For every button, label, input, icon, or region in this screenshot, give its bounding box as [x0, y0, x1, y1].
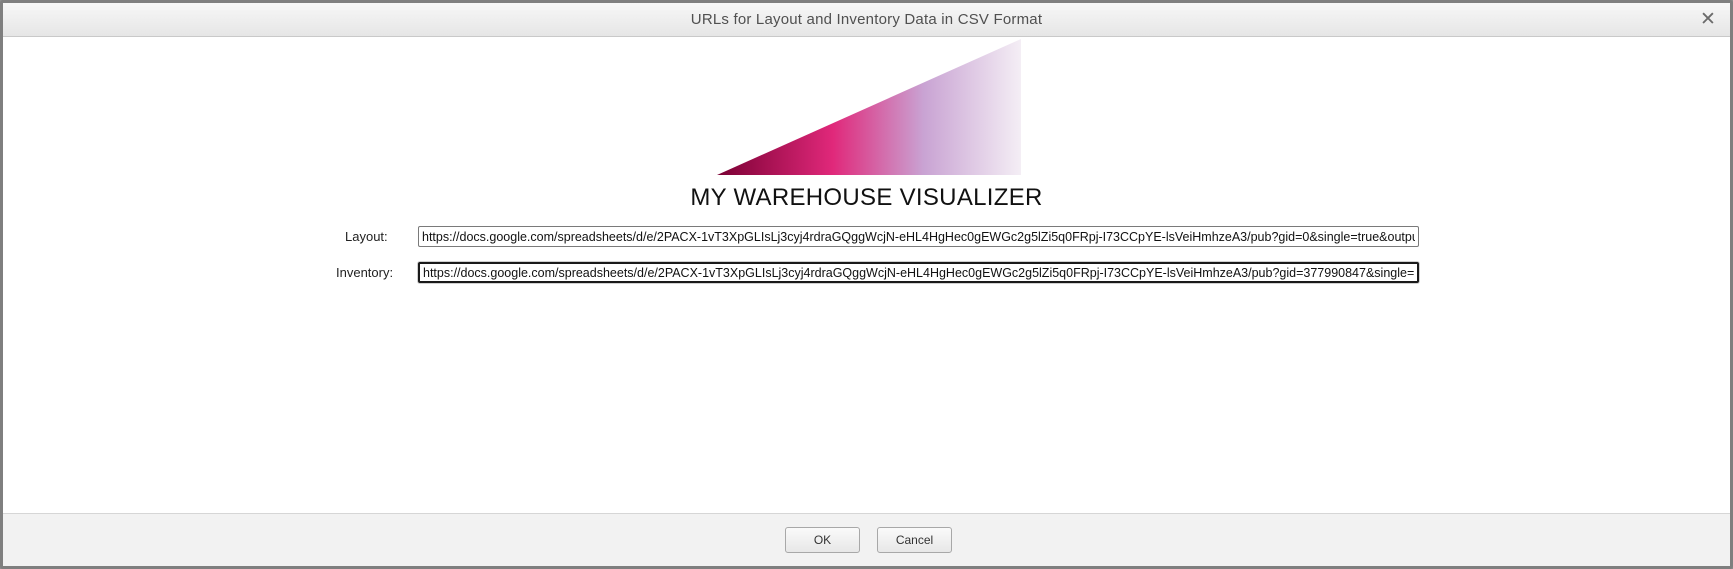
dialog-title: URLs for Layout and Inventory Data in CS… — [690, 11, 1043, 28]
warehouse-logo-icon — [717, 39, 1021, 175]
layout-url-input[interactable] — [418, 226, 1419, 247]
app-name-heading: MY WAREHOUSE VISUALIZER — [690, 184, 1043, 211]
layout-label: Layout: — [345, 229, 388, 244]
csv-urls-dialog: URLs for Layout and Inventory Data in CS… — [0, 0, 1733, 569]
ok-button[interactable]: OK — [785, 527, 860, 553]
inventory-url-input[interactable] — [418, 262, 1419, 283]
dialog-titlebar[interactable]: URLs for Layout and Inventory Data in CS… — [3, 3, 1730, 37]
cancel-button[interactable]: Cancel — [877, 527, 952, 553]
close-icon[interactable]: ✕ — [1698, 8, 1718, 30]
inventory-label: Inventory: — [336, 265, 394, 280]
dialog-footer: OK Cancel — [3, 513, 1730, 566]
